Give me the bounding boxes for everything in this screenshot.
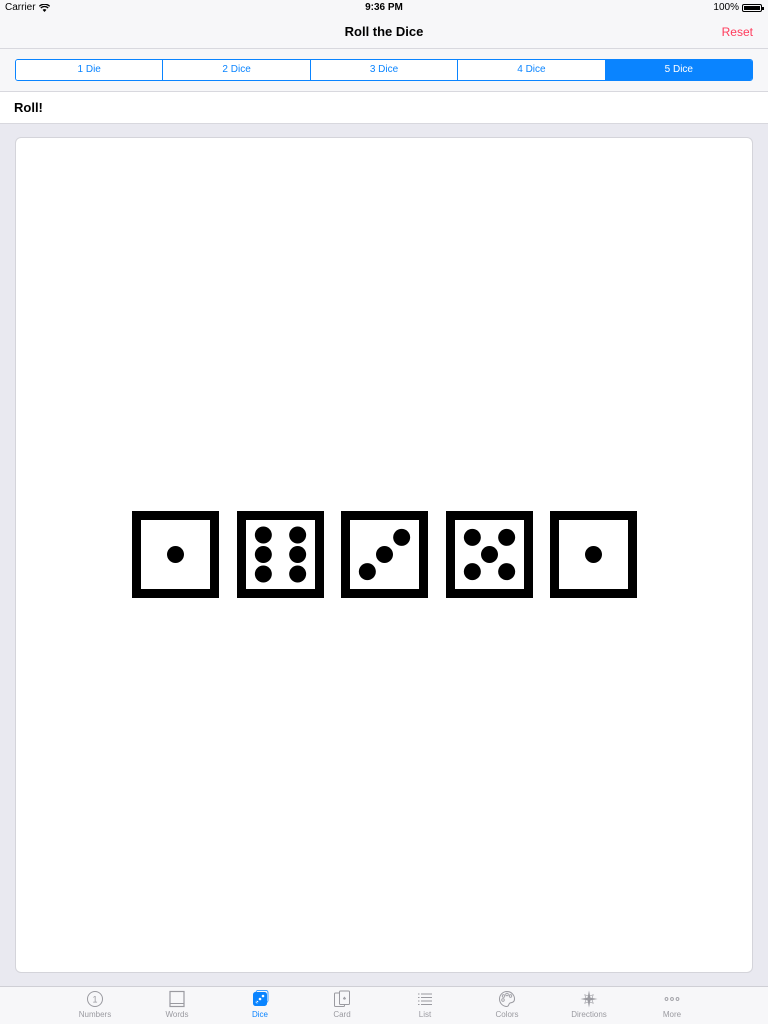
- tab-directions[interactable]: Directions: [549, 990, 629, 1019]
- tab-label: Directions: [571, 1010, 607, 1019]
- die-pip: [585, 546, 602, 563]
- tab-label: Words: [165, 1010, 189, 1019]
- die-4: [445, 511, 533, 598]
- die-1: [132, 511, 219, 598]
- die-pip: [167, 546, 184, 563]
- die-pip: [463, 563, 481, 581]
- roll-row[interactable]: Roll!: [0, 92, 768, 124]
- compass-icon: [580, 990, 598, 1008]
- tab-list[interactable]: List: [385, 990, 465, 1019]
- navigation-bar: Roll the Dice Reset: [0, 16, 768, 48]
- segment-1[interactable]: 1 Die: [16, 60, 163, 80]
- status-time: 9:36 PM: [365, 2, 403, 13]
- more-icon: [664, 997, 680, 1001]
- roll-button[interactable]: Roll!: [14, 100, 43, 115]
- die-pip: [288, 546, 306, 563]
- die-pip: [480, 546, 498, 563]
- battery-icon: [742, 3, 764, 12]
- tab-bar: 1 Numbers Words Dice ♠ Card List Colors Directio…: [0, 986, 768, 1024]
- number-circle-icon: 1: [87, 991, 103, 1007]
- dice-row: [132, 511, 638, 600]
- die-pip: [288, 565, 306, 583]
- tab-label: Dice: [251, 1010, 268, 1019]
- tab-colors[interactable]: Colors: [467, 990, 547, 1019]
- tab-label: List: [418, 1010, 432, 1019]
- segment-3[interactable]: 3 Dice: [309, 60, 458, 80]
- palette-icon: [499, 990, 516, 1008]
- die-3: [341, 511, 428, 598]
- die-pip: [376, 546, 393, 563]
- book-icon: [169, 990, 185, 1008]
- tab-label: Numbers: [78, 1010, 112, 1019]
- tab-card[interactable]: ♠ Card: [302, 990, 382, 1019]
- tab-label: Card: [333, 1010, 351, 1019]
- reset-button[interactable]: Reset: [722, 25, 753, 39]
- tab-more[interactable]: More: [632, 990, 712, 1019]
- segment-bar: 1 Die 2 Dice 3 Dice 4 Dice 5 Dice: [0, 48, 768, 92]
- dice-icon: [253, 990, 269, 1006]
- tab-label: More: [662, 1010, 682, 1019]
- segment-5[interactable]: 5 Dice: [604, 60, 752, 80]
- die-5: [550, 511, 637, 598]
- battery-percent: 100%: [713, 2, 739, 13]
- segment-4[interactable]: 4 Dice: [457, 60, 605, 80]
- die-2: [236, 511, 324, 598]
- list-icon: [418, 993, 432, 1005]
- die-pip: [463, 528, 481, 546]
- cards-icon: ♠: [334, 990, 350, 1007]
- die-pip: [254, 546, 272, 563]
- tab-numbers[interactable]: 1 Numbers: [55, 990, 135, 1019]
- die-pip: [254, 565, 272, 583]
- tab-dice[interactable]: Dice: [220, 990, 300, 1019]
- tab-label: Colors: [495, 1010, 519, 1019]
- die-pip: [288, 526, 306, 544]
- die-pip: [497, 563, 515, 581]
- die-pip: [358, 563, 376, 581]
- svg-text:1: 1: [92, 995, 97, 1005]
- die-pip: [254, 526, 272, 544]
- die-pip: [393, 528, 411, 546]
- tab-words[interactable]: Words: [137, 990, 217, 1019]
- status-right: 100%: [713, 2, 764, 13]
- page-title: Roll the Dice: [344, 24, 424, 39]
- segment-2[interactable]: 2 Dice: [162, 60, 310, 80]
- dice-count-segmented-control: 1 Die 2 Dice 3 Dice 4 Dice 5 Dice: [15, 59, 753, 81]
- dice-card: [15, 137, 753, 973]
- die-pip: [497, 528, 515, 546]
- status-bar: Carrier 9:36 PM 100%: [0, 0, 768, 16]
